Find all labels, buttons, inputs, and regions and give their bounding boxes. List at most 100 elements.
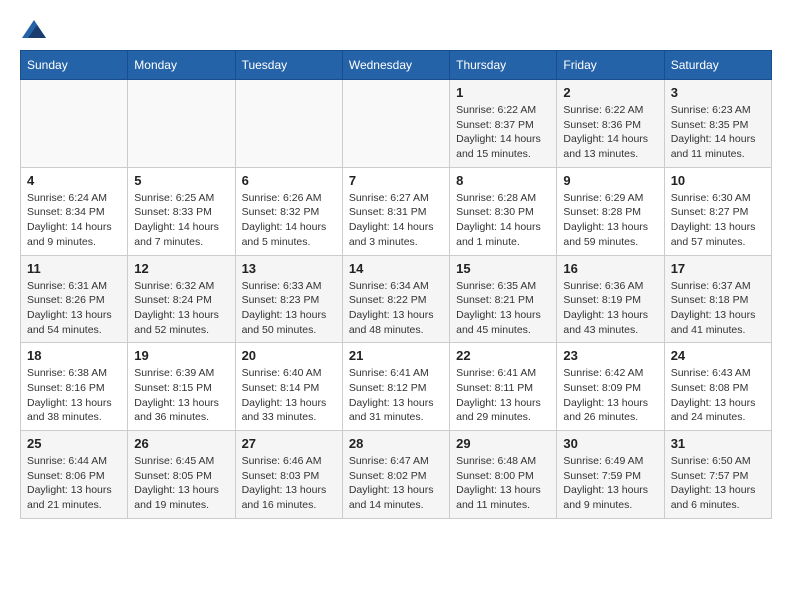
calendar-cell: 19 Sunrise: 6:39 AM Sunset: 8:15 PM Dayli…	[128, 343, 235, 431]
day-number: 4	[27, 173, 121, 188]
calendar-cell: 15 Sunrise: 6:35 AM Sunset: 8:21 PM Dayli…	[450, 255, 557, 343]
calendar-cell: 22 Sunrise: 6:41 AM Sunset: 8:11 PM Dayli…	[450, 343, 557, 431]
day-number: 21	[349, 348, 443, 363]
calendar-cell: 24 Sunrise: 6:43 AM Sunset: 8:08 PM Dayli…	[664, 343, 771, 431]
day-info: Sunrise: 6:39 AM Sunset: 8:15 PM Dayligh…	[134, 366, 228, 425]
day-info: Sunrise: 6:50 AM Sunset: 7:57 PM Dayligh…	[671, 454, 765, 513]
day-info: Sunrise: 6:46 AM Sunset: 8:03 PM Dayligh…	[242, 454, 336, 513]
weekday-header: Wednesday	[342, 51, 449, 80]
day-info: Sunrise: 6:22 AM Sunset: 8:37 PM Dayligh…	[456, 103, 550, 162]
calendar-cell: 1 Sunrise: 6:22 AM Sunset: 8:37 PM Daylig…	[450, 80, 557, 168]
calendar-cell: 4Sunrise: 6:24 AM Sunset: 8:34 PM Daylig…	[21, 167, 128, 255]
day-number: 11	[27, 261, 121, 276]
day-number: 26	[134, 436, 228, 451]
calendar-cell: 5 Sunrise: 6:25 AM Sunset: 8:33 PM Daylig…	[128, 167, 235, 255]
day-info: Sunrise: 6:30 AM Sunset: 8:27 PM Dayligh…	[671, 191, 765, 250]
calendar-cell	[235, 80, 342, 168]
calendar-cell: 6 Sunrise: 6:26 AM Sunset: 8:32 PM Daylig…	[235, 167, 342, 255]
day-number: 31	[671, 436, 765, 451]
day-info: Sunrise: 6:36 AM Sunset: 8:19 PM Dayligh…	[563, 279, 657, 338]
day-number: 3	[671, 85, 765, 100]
calendar-cell: 23 Sunrise: 6:42 AM Sunset: 8:09 PM Dayli…	[557, 343, 664, 431]
day-info: Sunrise: 6:47 AM Sunset: 8:02 PM Dayligh…	[349, 454, 443, 513]
day-info: Sunrise: 6:35 AM Sunset: 8:21 PM Dayligh…	[456, 279, 550, 338]
calendar-cell: 31 Sunrise: 6:50 AM Sunset: 7:57 PM Dayli…	[664, 431, 771, 519]
day-info: Sunrise: 6:43 AM Sunset: 8:08 PM Dayligh…	[671, 366, 765, 425]
day-info: Sunrise: 6:48 AM Sunset: 8:00 PM Dayligh…	[456, 454, 550, 513]
weekday-header: Tuesday	[235, 51, 342, 80]
day-info: Sunrise: 6:40 AM Sunset: 8:14 PM Dayligh…	[242, 366, 336, 425]
logo	[20, 20, 46, 34]
calendar-cell: 10 Sunrise: 6:30 AM Sunset: 8:27 PM Dayli…	[664, 167, 771, 255]
day-info: Sunrise: 6:42 AM Sunset: 8:09 PM Dayligh…	[563, 366, 657, 425]
day-number: 7	[349, 173, 443, 188]
day-info: Sunrise: 6:32 AM Sunset: 8:24 PM Dayligh…	[134, 279, 228, 338]
weekday-header-row: SundayMondayTuesdayWednesdayThursdayFrid…	[21, 51, 772, 80]
weekday-header: Friday	[557, 51, 664, 80]
calendar-cell: 8 Sunrise: 6:28 AM Sunset: 8:30 PM Daylig…	[450, 167, 557, 255]
day-info: Sunrise: 6:41 AM Sunset: 8:12 PM Dayligh…	[349, 366, 443, 425]
day-number: 15	[456, 261, 550, 276]
calendar-cell: 18Sunrise: 6:38 AM Sunset: 8:16 PM Dayli…	[21, 343, 128, 431]
logo-icon	[22, 20, 46, 38]
day-info: Sunrise: 6:29 AM Sunset: 8:28 PM Dayligh…	[563, 191, 657, 250]
calendar-week-row: 4Sunrise: 6:24 AM Sunset: 8:34 PM Daylig…	[21, 167, 772, 255]
calendar-cell: 17Sunrise: 6:37 AM Sunset: 8:18 PM Dayli…	[664, 255, 771, 343]
calendar-cell: 14Sunrise: 6:34 AM Sunset: 8:22 PM Dayli…	[342, 255, 449, 343]
day-number: 1	[456, 85, 550, 100]
weekday-header: Monday	[128, 51, 235, 80]
day-number: 23	[563, 348, 657, 363]
day-number: 19	[134, 348, 228, 363]
day-info: Sunrise: 6:28 AM Sunset: 8:30 PM Dayligh…	[456, 191, 550, 250]
day-info: Sunrise: 6:44 AM Sunset: 8:06 PM Dayligh…	[27, 454, 121, 513]
calendar-week-row: 18Sunrise: 6:38 AM Sunset: 8:16 PM Dayli…	[21, 343, 772, 431]
day-number: 30	[563, 436, 657, 451]
day-info: Sunrise: 6:38 AM Sunset: 8:16 PM Dayligh…	[27, 366, 121, 425]
day-info: Sunrise: 6:31 AM Sunset: 8:26 PM Dayligh…	[27, 279, 121, 338]
calendar-cell: 9Sunrise: 6:29 AM Sunset: 8:28 PM Daylig…	[557, 167, 664, 255]
day-number: 29	[456, 436, 550, 451]
day-info: Sunrise: 6:25 AM Sunset: 8:33 PM Dayligh…	[134, 191, 228, 250]
day-info: Sunrise: 6:37 AM Sunset: 8:18 PM Dayligh…	[671, 279, 765, 338]
calendar-cell: 30 Sunrise: 6:49 AM Sunset: 7:59 PM Dayli…	[557, 431, 664, 519]
day-number: 20	[242, 348, 336, 363]
calendar-cell: 27 Sunrise: 6:46 AM Sunset: 8:03 PM Dayli…	[235, 431, 342, 519]
day-number: 5	[134, 173, 228, 188]
day-info: Sunrise: 6:22 AM Sunset: 8:36 PM Dayligh…	[563, 103, 657, 162]
day-info: Sunrise: 6:41 AM Sunset: 8:11 PM Dayligh…	[456, 366, 550, 425]
calendar-cell: 26 Sunrise: 6:45 AM Sunset: 8:05 PM Dayli…	[128, 431, 235, 519]
day-info: Sunrise: 6:26 AM Sunset: 8:32 PM Dayligh…	[242, 191, 336, 250]
day-number: 2	[563, 85, 657, 100]
weekday-header: Saturday	[664, 51, 771, 80]
day-number: 25	[27, 436, 121, 451]
day-info: Sunrise: 6:33 AM Sunset: 8:23 PM Dayligh…	[242, 279, 336, 338]
calendar-table: SundayMondayTuesdayWednesdayThursdayFrid…	[20, 50, 772, 519]
day-number: 22	[456, 348, 550, 363]
day-number: 8	[456, 173, 550, 188]
calendar-cell: 2 Sunrise: 6:22 AM Sunset: 8:36 PM Daylig…	[557, 80, 664, 168]
day-number: 6	[242, 173, 336, 188]
calendar-week-row: 11 Sunrise: 6:31 AM Sunset: 8:26 PM Dayli…	[21, 255, 772, 343]
day-number: 16	[563, 261, 657, 276]
calendar-cell: 21 Sunrise: 6:41 AM Sunset: 8:12 PM Dayli…	[342, 343, 449, 431]
calendar-cell	[128, 80, 235, 168]
calendar-cell: 20 Sunrise: 6:40 AM Sunset: 8:14 PM Dayli…	[235, 343, 342, 431]
day-number: 13	[242, 261, 336, 276]
calendar-cell: 13 Sunrise: 6:33 AM Sunset: 8:23 PM Dayli…	[235, 255, 342, 343]
calendar-cell: 25 Sunrise: 6:44 AM Sunset: 8:06 PM Dayli…	[21, 431, 128, 519]
calendar-cell	[21, 80, 128, 168]
calendar-cell: 16 Sunrise: 6:36 AM Sunset: 8:19 PM Dayli…	[557, 255, 664, 343]
calendar-cell: 12 Sunrise: 6:32 AM Sunset: 8:24 PM Dayli…	[128, 255, 235, 343]
day-number: 10	[671, 173, 765, 188]
day-number: 12	[134, 261, 228, 276]
calendar-week-row: 25 Sunrise: 6:44 AM Sunset: 8:06 PM Dayli…	[21, 431, 772, 519]
weekday-header: Thursday	[450, 51, 557, 80]
day-info: Sunrise: 6:45 AM Sunset: 8:05 PM Dayligh…	[134, 454, 228, 513]
day-info: Sunrise: 6:49 AM Sunset: 7:59 PM Dayligh…	[563, 454, 657, 513]
day-number: 27	[242, 436, 336, 451]
calendar-cell	[342, 80, 449, 168]
calendar-cell: 28Sunrise: 6:47 AM Sunset: 8:02 PM Dayli…	[342, 431, 449, 519]
day-info: Sunrise: 6:27 AM Sunset: 8:31 PM Dayligh…	[349, 191, 443, 250]
weekday-header: Sunday	[21, 51, 128, 80]
day-number: 24	[671, 348, 765, 363]
